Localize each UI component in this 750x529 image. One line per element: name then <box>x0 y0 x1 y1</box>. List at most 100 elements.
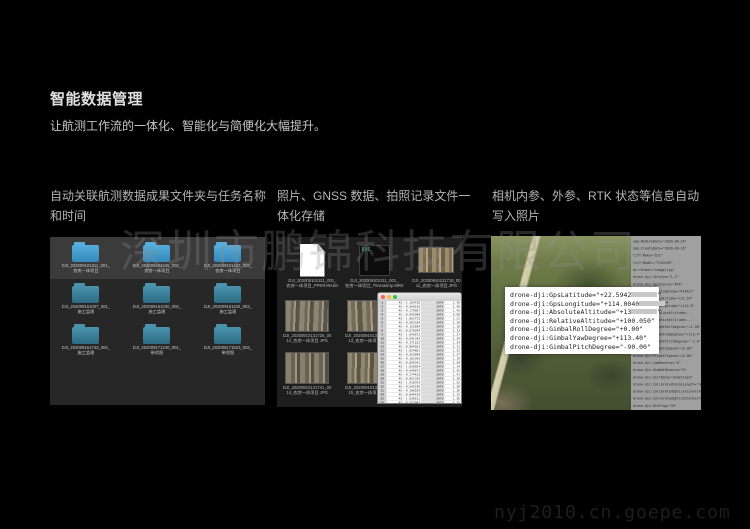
exif-line: drone-dji:GimbalPitchDegree="-90.00" <box>510 343 659 352</box>
table-cell: 2076 <box>421 385 444 389</box>
exif-line: drone-dji:AbsoluteAltitude="+13" <box>510 308 659 317</box>
folder-icon <box>214 327 241 344</box>
table-cell: 1.34 <box>444 365 461 369</box>
table-cell: 1.22 <box>444 349 461 353</box>
table-cell: 45:-1.045672 <box>386 333 421 337</box>
table-cell: 1.42 <box>444 309 461 313</box>
folder-item: DJI_202009101311_001_农房一体项目 <box>50 241 121 282</box>
table-cell: 45:-0.870294 <box>386 329 421 333</box>
watermark-company: 深圳市鹏锦科技有限公司 <box>120 215 660 280</box>
file-label-text: DJI_202009101311_001_农房一体项目_Timestamp.MR… <box>343 279 405 289</box>
table-cell: 2076 <box>421 361 444 365</box>
close-icon <box>381 295 385 299</box>
file-label-text: DJI_20200910131741_0014_农房一体项目.JPG <box>281 386 333 396</box>
file-label-text: DJI_202009161102_003_施工监理 <box>192 305 263 315</box>
table-cell: 18 <box>378 369 386 373</box>
exif-line: drone-dji:GimbalRollDegree="+0.00" <box>510 325 659 334</box>
table-cell: 2076 <box>421 381 444 385</box>
table-cell: 45:-0.846418 <box>386 393 421 397</box>
table-cell: 1.32 <box>444 393 461 397</box>
spreadsheet-body: 145:-1.10241020761.36245:-0.66015020761.… <box>378 301 461 404</box>
table-row: 2645:-0.65208720761.35 <box>378 401 461 404</box>
file-label-text: DJI_20200910131726_0012_农房一体项目.JPG <box>281 334 333 344</box>
redacted-value <box>631 292 657 297</box>
xmp-line: drone-dji:SelfData="Undefined" <box>633 374 701 381</box>
table-cell: 2076 <box>421 329 444 333</box>
table-cell: 2076 <box>421 341 444 345</box>
exif-line: drone-dji:GimbalYawDegree="+113.40" <box>510 334 659 343</box>
table-cell: 0.98 <box>444 313 461 317</box>
table-cell: 9 <box>378 333 386 337</box>
table-cell: 2076 <box>421 349 444 353</box>
table-cell: 45:-0.179587 <box>386 309 421 313</box>
redacted-value <box>631 309 657 314</box>
file-label-text: DJI_202009161743_004_施工监理 <box>50 346 121 356</box>
table-cell: 17 <box>378 365 386 369</box>
folder-icon <box>72 245 99 262</box>
file-label-text: DJI_20200910131718_0011_农房一体项目.JPG <box>405 279 462 289</box>
table-cell: 45:-1.030151 <box>386 397 421 401</box>
folder-item: DJI_202009161030_002_施工监理 <box>121 282 192 323</box>
table-cell: 1.36 <box>444 301 461 305</box>
exif-highlight-box: drone-dji:GpsLatitude="+22.5942"drone-dj… <box>505 287 659 354</box>
table-cell: 1.30 <box>444 377 461 381</box>
photo-thumb-item: DJI_20200910131726_0012_农房一体项目.JPG <box>281 300 333 352</box>
minimize-icon <box>387 295 391 299</box>
table-cell: 45:-0.645190 <box>386 385 421 389</box>
table-cell: 45:-0.168224 <box>386 389 421 393</box>
table-cell: 1.24 <box>444 341 461 345</box>
table-cell: 1.28 <box>444 361 461 365</box>
table-cell: 11 <box>378 341 386 345</box>
table-cell: 1.18 <box>444 325 461 329</box>
table-cell: 1.37 <box>444 353 461 357</box>
table-cell: 2076 <box>421 401 444 404</box>
table-cell: 2076 <box>421 305 444 309</box>
folder-icon <box>72 327 99 344</box>
table-cell: 25 <box>378 397 386 401</box>
folder-item: DJI_202009171523_002_带状图 <box>192 323 263 364</box>
table-cell: 1.41 <box>444 373 461 377</box>
table-cell: 2076 <box>421 325 444 329</box>
page-title: 智能数据管理 <box>50 88 143 109</box>
table-cell: 1.33 <box>444 329 461 333</box>
table-cell: 5 <box>378 317 386 321</box>
table-cell: 1.35 <box>444 401 461 404</box>
redacted-value <box>639 301 665 306</box>
table-cell: 1.40 <box>444 305 461 309</box>
table-cell: 45:-0.655840 <box>386 353 421 357</box>
table-cell: 45:-0.641342 <box>386 337 421 341</box>
exif-line: drone-dji:GpsLongitude="+114.0040" <box>510 300 659 309</box>
table-cell: 45:-0.660150 <box>386 305 421 309</box>
jpg-thumbnail <box>285 300 329 332</box>
table-cell: 45:-0.174412 <box>386 373 421 377</box>
xmp-line: drone-dji:GimbalReverse="0" <box>633 367 701 374</box>
table-cell: 1 <box>378 301 386 305</box>
table-cell: 1.25 <box>444 369 461 373</box>
table-cell: 2076 <box>421 317 444 321</box>
table-cell: 1.26 <box>444 389 461 393</box>
xmp-line: drone-dji:CamReverse="0" <box>633 360 701 367</box>
table-cell: 2076 <box>421 313 444 317</box>
table-cell: 2076 <box>421 397 444 401</box>
table-cell: 45:-0.152024 <box>386 325 421 329</box>
folder-icon <box>143 327 170 344</box>
table-cell: 2076 <box>421 373 444 377</box>
table-cell: 2076 <box>421 345 444 349</box>
table-cell: 1.36 <box>444 321 461 325</box>
xmp-line: drone-dji:CalibratedOpticalCenterX="2736… <box>633 388 701 395</box>
table-cell: 45:-0.652087 <box>386 401 421 404</box>
table-cell: 4 <box>378 313 386 317</box>
table-cell: 45:-0.858341 <box>386 361 421 365</box>
folder-icon <box>72 286 99 303</box>
table-cell: 1.27 <box>444 333 461 337</box>
window-titlebar <box>378 293 461 301</box>
table-cell: 21 <box>378 381 386 385</box>
table-cell: 45:-1.102410 <box>386 301 421 305</box>
photo-thumb-item: DJI_20200910131741_0014_农房一体项目.JPG <box>281 352 333 404</box>
folder-item: DJI_202009161102_003_施工监理 <box>192 282 263 323</box>
table-cell: 45:-0.851329 <box>386 377 421 381</box>
table-cell: 45:-1.036654 <box>386 365 421 369</box>
table-cell: 1.23 <box>444 381 461 385</box>
table-cell: 15 <box>378 357 386 361</box>
table-cell: 45:-1.063722 <box>386 317 421 321</box>
